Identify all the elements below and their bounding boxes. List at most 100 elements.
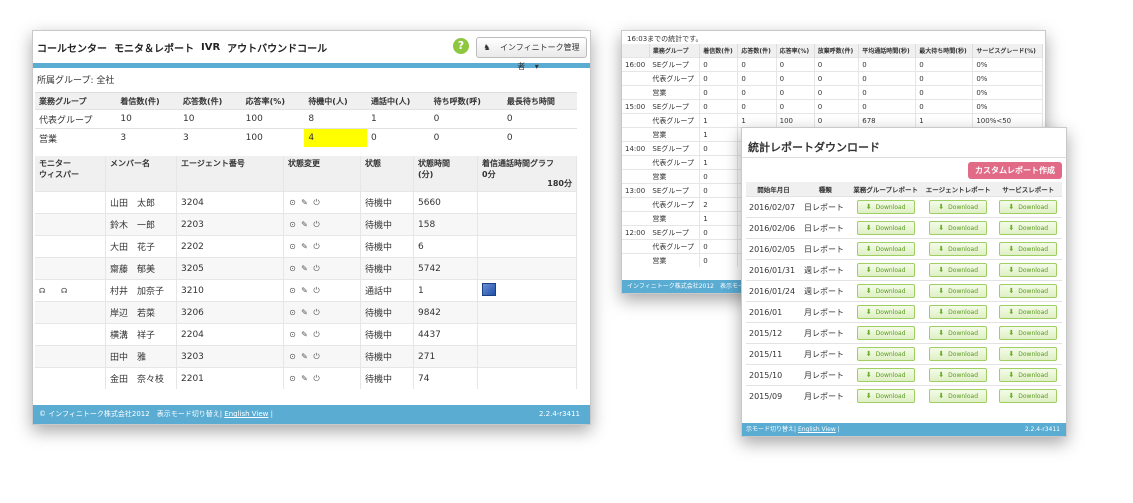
state-minutes: 5742 — [413, 257, 478, 280]
power-icon[interactable]: ⏻ — [312, 220, 321, 229]
stats-cell: 678 — [858, 113, 917, 128]
summary-cell: 代表グループ — [35, 109, 117, 129]
download-cell: ⬇ Download — [994, 196, 1062, 218]
agent-header: エージェント番号 — [176, 156, 284, 192]
headset-icon[interactable]: ⊙ — [288, 308, 297, 317]
stats-header: サービスグレード(%) — [972, 44, 1043, 58]
nav-monitor-report[interactable]: モニタ＆レポート — [114, 40, 194, 55]
download-service-button[interactable]: ⬇ Download — [999, 242, 1058, 256]
download-service-button[interactable]: ⬇ Download — [999, 305, 1058, 319]
download-cell: ⬇ Download — [994, 301, 1062, 323]
start-date: 2016/01/24 — [746, 280, 801, 302]
headset-icon[interactable]: ⊙ — [288, 264, 297, 273]
download-agent-button[interactable]: ⬇ Download — [929, 263, 988, 277]
monitor-cell — [35, 257, 106, 280]
download-group-button[interactable]: ⬇ Download — [856, 263, 915, 277]
download-row: 2016/01/31 週レポート ⬇ Download ⬇ Download ⬇ Downlo… — [746, 259, 1062, 281]
download-agent-button[interactable]: ⬇ Download — [929, 200, 988, 214]
nav-ivr[interactable]: IVR — [201, 42, 220, 53]
download-agent-button[interactable]: ⬇ Download — [929, 242, 988, 256]
download-agent-button[interactable]: ⬇ Download — [929, 389, 988, 403]
download-service-button[interactable]: ⬇ Download — [999, 284, 1058, 298]
power-icon[interactable]: ⏻ — [312, 352, 321, 361]
monitor-cell — [35, 301, 106, 324]
headset-icon[interactable]: ⊙ — [288, 330, 297, 339]
download-group-button[interactable]: ⬇ Download — [856, 200, 915, 214]
pencil-icon[interactable]: ✎ — [300, 286, 309, 295]
power-icon[interactable]: ⏻ — [312, 198, 321, 207]
headset-icon[interactable]: ⊙ — [288, 220, 297, 229]
download-service-button[interactable]: ⬇ Download — [999, 221, 1058, 235]
headset-whisper-icon[interactable]: ☊ — [61, 287, 73, 296]
agent-table: モニター ウィスパー メンバー名 エージェント番号 状態変更 状態 状態時間 (分) 着信通… — [35, 156, 577, 389]
download-header: 業務グループレポート — [849, 182, 922, 197]
download-row: 2015/12 月レポート ⬇ Download ⬇ Download ⬇ Download — [746, 322, 1062, 344]
download-arrow-icon: ⬇ — [938, 350, 945, 358]
pencil-icon[interactable]: ✎ — [300, 242, 309, 251]
download-group-button[interactable]: ⬇ Download — [856, 389, 915, 403]
state-change-cell: ⊙ ✎ ⏻ — [283, 301, 361, 324]
download-agent-button[interactable]: ⬇ Download — [929, 326, 988, 340]
english-view-link[interactable]: English View — [224, 410, 268, 418]
stats-cell: 0 — [737, 57, 777, 72]
download-group-button[interactable]: ⬇ Download — [856, 305, 915, 319]
pencil-icon[interactable]: ✎ — [300, 264, 309, 273]
summary-header: 待ち呼数(呼) — [429, 92, 503, 110]
power-icon[interactable]: ⏻ — [312, 264, 321, 273]
download-agent-button[interactable]: ⬇ Download — [929, 347, 988, 361]
headset-monitor-icon[interactable]: ☊ — [39, 287, 51, 296]
pencil-icon[interactable]: ✎ — [300, 220, 309, 229]
download-cell: ⬇ Download — [994, 343, 1062, 365]
headset-icon[interactable]: ⊙ — [288, 286, 297, 295]
download-service-button[interactable]: ⬇ Download — [999, 326, 1058, 340]
stats-time: 12:00 — [622, 225, 650, 240]
power-icon[interactable]: ⏻ — [312, 374, 321, 383]
report-type: 月レポート — [800, 364, 850, 386]
pencil-icon[interactable]: ✎ — [300, 330, 309, 339]
headset-icon[interactable]: ⊙ — [288, 242, 297, 251]
pencil-icon[interactable]: ✎ — [300, 352, 309, 361]
pencil-icon[interactable]: ✎ — [300, 308, 309, 317]
download-label: Download — [948, 351, 978, 358]
download-agent-button[interactable]: ⬇ Download — [929, 221, 988, 235]
download-service-button[interactable]: ⬇ Download — [999, 368, 1058, 382]
stats-cell: SEグループ — [649, 141, 701, 156]
download-agent-button[interactable]: ⬇ Download — [929, 368, 988, 382]
download-group-button[interactable]: ⬇ Download — [856, 221, 915, 235]
stats-cell: 0 — [814, 99, 860, 114]
download-label: Download — [948, 246, 978, 253]
pencil-icon[interactable]: ✎ — [300, 198, 309, 207]
agent-header: 着信通話時間グラフ 0分 180分 — [477, 156, 577, 192]
download-arrow-icon: ⬇ — [938, 203, 945, 211]
power-icon[interactable]: ⏻ — [312, 330, 321, 339]
headset-icon[interactable]: ⊙ — [288, 198, 297, 207]
download-group-button[interactable]: ⬇ Download — [856, 368, 915, 382]
download-service-button[interactable]: ⬇ Download — [999, 200, 1058, 214]
download-english-view-link[interactable]: English View — [798, 426, 836, 433]
user-menu-button[interactable]: ♞ インフィニトーク管理者 ▾ — [476, 37, 587, 71]
nav-outbound[interactable]: アウトバウンドコール — [227, 40, 327, 55]
power-icon[interactable]: ⏻ — [312, 242, 321, 251]
download-group-button[interactable]: ⬇ Download — [856, 242, 915, 256]
download-service-button[interactable]: ⬇ Download — [999, 389, 1058, 403]
download-service-button[interactable]: ⬇ Download — [999, 347, 1058, 361]
summary-header: 待機中(人) — [304, 92, 367, 110]
pencil-icon[interactable]: ✎ — [300, 374, 309, 383]
custom-report-button[interactable]: カスタムレポート作成 — [968, 162, 1062, 179]
call-time-graph — [477, 323, 577, 346]
download-group-button[interactable]: ⬇ Download — [856, 347, 915, 361]
call-time-graph — [477, 279, 577, 302]
download-group-button[interactable]: ⬇ Download — [856, 326, 915, 340]
download-group-button[interactable]: ⬇ Download — [856, 284, 915, 298]
nav-call-center[interactable]: コールセンター — [37, 40, 107, 55]
help-icon[interactable]: ? — [453, 38, 469, 54]
download-agent-button[interactable]: ⬇ Download — [929, 305, 988, 319]
power-icon[interactable]: ⏻ — [312, 286, 321, 295]
member-name: 岸辺 若菜 — [105, 301, 177, 324]
headset-icon[interactable]: ⊙ — [288, 352, 297, 361]
download-agent-button[interactable]: ⬇ Download — [929, 284, 988, 298]
stats-cell: 代表グループ — [649, 113, 701, 128]
power-icon[interactable]: ⏻ — [312, 308, 321, 317]
headset-icon[interactable]: ⊙ — [288, 374, 297, 383]
download-service-button[interactable]: ⬇ Download — [999, 263, 1058, 277]
